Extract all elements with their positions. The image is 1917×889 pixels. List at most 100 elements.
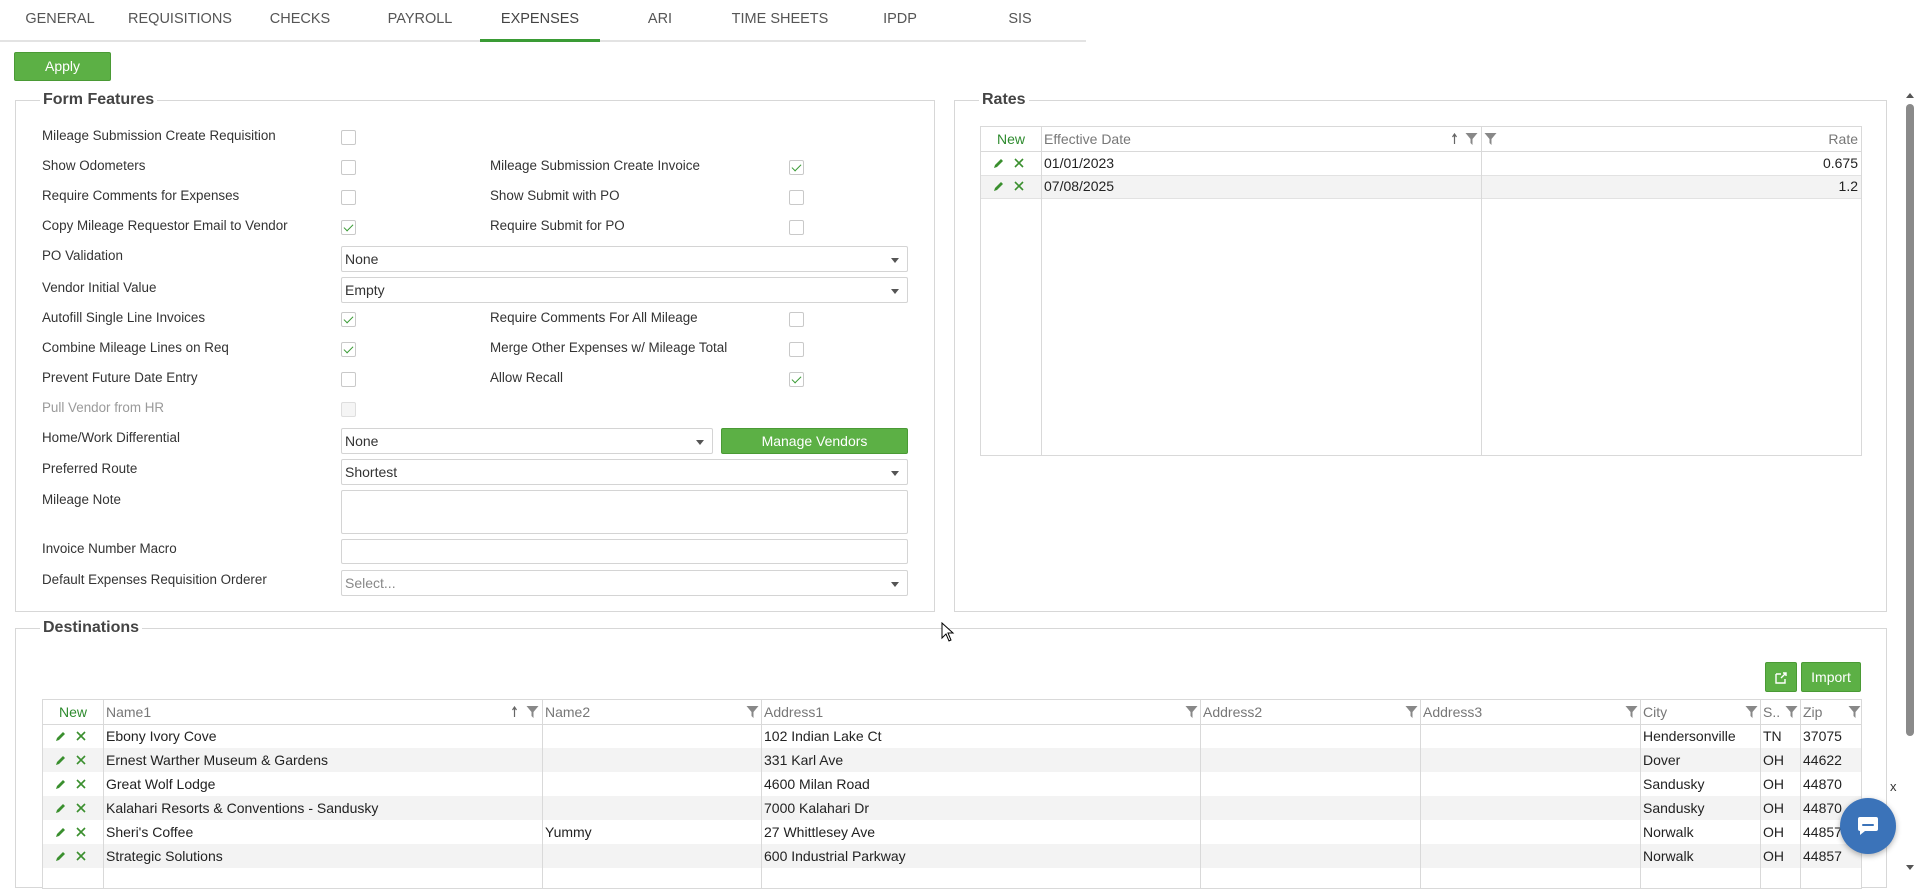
require-comments-expenses-checkbox[interactable] bbox=[341, 190, 356, 205]
tab-payroll[interactable]: PAYROLL bbox=[360, 0, 480, 40]
po-validation-select[interactable]: None bbox=[341, 246, 908, 272]
sort-ascending-icon[interactable] bbox=[1451, 133, 1464, 145]
destinations-new-link[interactable]: New bbox=[43, 700, 103, 724]
home-work-select[interactable]: None bbox=[341, 428, 713, 454]
state-cell: OH bbox=[1763, 752, 1784, 768]
city-header[interactable]: City bbox=[1643, 700, 1667, 724]
home-work-label: Home/Work Differential bbox=[42, 430, 180, 445]
city-cell: Sandusky bbox=[1643, 776, 1705, 792]
mileage-note-textarea[interactable] bbox=[341, 490, 908, 534]
edit-icon[interactable] bbox=[55, 826, 67, 838]
merge-other-checkbox[interactable] bbox=[789, 342, 804, 357]
pull-vendor-label: Pull Vendor from HR bbox=[42, 400, 165, 415]
state-cell: OH bbox=[1763, 800, 1784, 816]
page-scrollbar[interactable] bbox=[1903, 88, 1917, 875]
chat-launcher-button[interactable] bbox=[1840, 798, 1896, 854]
show-odometers-checkbox[interactable] bbox=[341, 160, 356, 175]
chat-close-button[interactable]: x bbox=[1890, 779, 1897, 794]
name1-cell: Kalahari Resorts & Conventions - Sandusk… bbox=[106, 800, 379, 816]
filter-icon[interactable] bbox=[1848, 706, 1861, 718]
import-button[interactable]: Import bbox=[1801, 662, 1861, 692]
prevent-future-checkbox[interactable] bbox=[341, 372, 356, 387]
tab-sis[interactable]: SIS bbox=[960, 0, 1080, 40]
allow-recall-checkbox[interactable] bbox=[789, 372, 804, 387]
filter-icon[interactable] bbox=[1785, 706, 1798, 718]
delete-icon[interactable] bbox=[75, 778, 87, 790]
scroll-up-icon[interactable] bbox=[1903, 90, 1917, 100]
combine-lines-checkbox[interactable] bbox=[341, 342, 356, 357]
name1-cell: Strategic Solutions bbox=[106, 848, 223, 864]
allow-recall-label: Allow Recall bbox=[490, 370, 563, 385]
delete-icon[interactable] bbox=[1013, 180, 1025, 192]
apply-button[interactable]: Apply bbox=[14, 52, 111, 81]
manage-vendors-button[interactable]: Manage Vendors bbox=[721, 428, 908, 454]
edit-icon[interactable] bbox=[993, 180, 1005, 192]
prevent-future-label: Prevent Future Date Entry bbox=[42, 370, 198, 385]
filter-icon[interactable] bbox=[1465, 133, 1478, 145]
edit-icon[interactable] bbox=[55, 778, 67, 790]
default-orderer-select[interactable]: Select... bbox=[341, 570, 908, 596]
name1-cell: Ebony Ivory Cove bbox=[106, 728, 217, 744]
filter-icon[interactable] bbox=[746, 706, 759, 718]
scrollbar-thumb[interactable] bbox=[1906, 104, 1914, 736]
filter-icon[interactable] bbox=[1484, 133, 1497, 145]
edit-icon[interactable] bbox=[55, 850, 67, 862]
name2-header[interactable]: Name2 bbox=[545, 700, 590, 724]
state-header[interactable]: S.. bbox=[1763, 700, 1780, 724]
zip-header[interactable]: Zip bbox=[1803, 700, 1822, 724]
export-button[interactable] bbox=[1765, 662, 1797, 692]
scroll-down-icon[interactable] bbox=[1903, 863, 1917, 873]
tab-general[interactable]: GENERAL bbox=[0, 0, 120, 40]
filter-icon[interactable] bbox=[1185, 706, 1198, 718]
preferred-route-select[interactable]: Shortest bbox=[341, 459, 908, 485]
sort-ascending-icon[interactable] bbox=[511, 706, 524, 718]
grid-col-divider bbox=[1420, 700, 1421, 888]
preferred-route-label: Preferred Route bbox=[42, 461, 138, 476]
tab-expenses[interactable]: EXPENSES bbox=[480, 0, 600, 42]
state-cell: TN bbox=[1763, 728, 1782, 744]
tab-ipdp[interactable]: IPDP bbox=[840, 0, 960, 40]
require-submit-po-checkbox[interactable] bbox=[789, 220, 804, 235]
delete-icon[interactable] bbox=[75, 826, 87, 838]
rate-header: Rate bbox=[1828, 131, 1858, 147]
delete-icon[interactable] bbox=[75, 730, 87, 742]
invoice-number-macro-input[interactable] bbox=[341, 539, 908, 564]
delete-icon[interactable] bbox=[1013, 157, 1025, 169]
copy-email-checkbox[interactable] bbox=[341, 220, 356, 235]
vendor-initial-value-select[interactable]: Empty bbox=[341, 277, 908, 303]
rate-date-cell: 07/08/2025 bbox=[1044, 178, 1115, 194]
delete-icon[interactable] bbox=[75, 850, 87, 862]
show-submit-with-po-checkbox[interactable] bbox=[789, 190, 804, 205]
zip-cell: 44857 bbox=[1803, 824, 1842, 840]
effective-date-header[interactable]: Effective Date bbox=[1044, 127, 1131, 151]
mileage-submission-create-invoice-checkbox[interactable] bbox=[789, 160, 804, 175]
delete-icon[interactable] bbox=[75, 802, 87, 814]
require-comments-all-checkbox[interactable] bbox=[789, 312, 804, 327]
edit-icon[interactable] bbox=[55, 802, 67, 814]
address3-header[interactable]: Address3 bbox=[1423, 700, 1482, 724]
tab-requisitions[interactable]: REQUISITIONS bbox=[120, 0, 240, 40]
tab-ari[interactable]: ARI bbox=[600, 0, 720, 40]
address1-cell: 331 Karl Ave bbox=[764, 752, 844, 768]
delete-icon[interactable] bbox=[75, 754, 87, 766]
tab-time-sheets[interactable]: TIME SHEETS bbox=[720, 0, 840, 40]
autofill-checkbox[interactable] bbox=[341, 312, 356, 327]
po-validation-label: PO Validation bbox=[42, 248, 123, 263]
tab-checks[interactable]: CHECKS bbox=[240, 0, 360, 40]
name1-header[interactable]: Name1 bbox=[106, 700, 151, 724]
table-row-alt-bg bbox=[43, 844, 1861, 868]
filter-icon[interactable] bbox=[1745, 706, 1758, 718]
city-cell: Sandusky bbox=[1643, 800, 1705, 816]
rates-title: Rates bbox=[979, 91, 1029, 109]
address1-header[interactable]: Address1 bbox=[764, 700, 823, 724]
mileage-submission-create-requisition-checkbox[interactable] bbox=[341, 130, 356, 145]
filter-icon[interactable] bbox=[1625, 706, 1638, 718]
state-cell: OH bbox=[1763, 776, 1784, 792]
edit-icon[interactable] bbox=[55, 730, 67, 742]
filter-icon[interactable] bbox=[526, 706, 539, 718]
edit-icon[interactable] bbox=[993, 157, 1005, 169]
edit-icon[interactable] bbox=[55, 754, 67, 766]
rates-new-link[interactable]: New bbox=[981, 127, 1041, 151]
filter-icon[interactable] bbox=[1405, 706, 1418, 718]
address2-header[interactable]: Address2 bbox=[1203, 700, 1262, 724]
